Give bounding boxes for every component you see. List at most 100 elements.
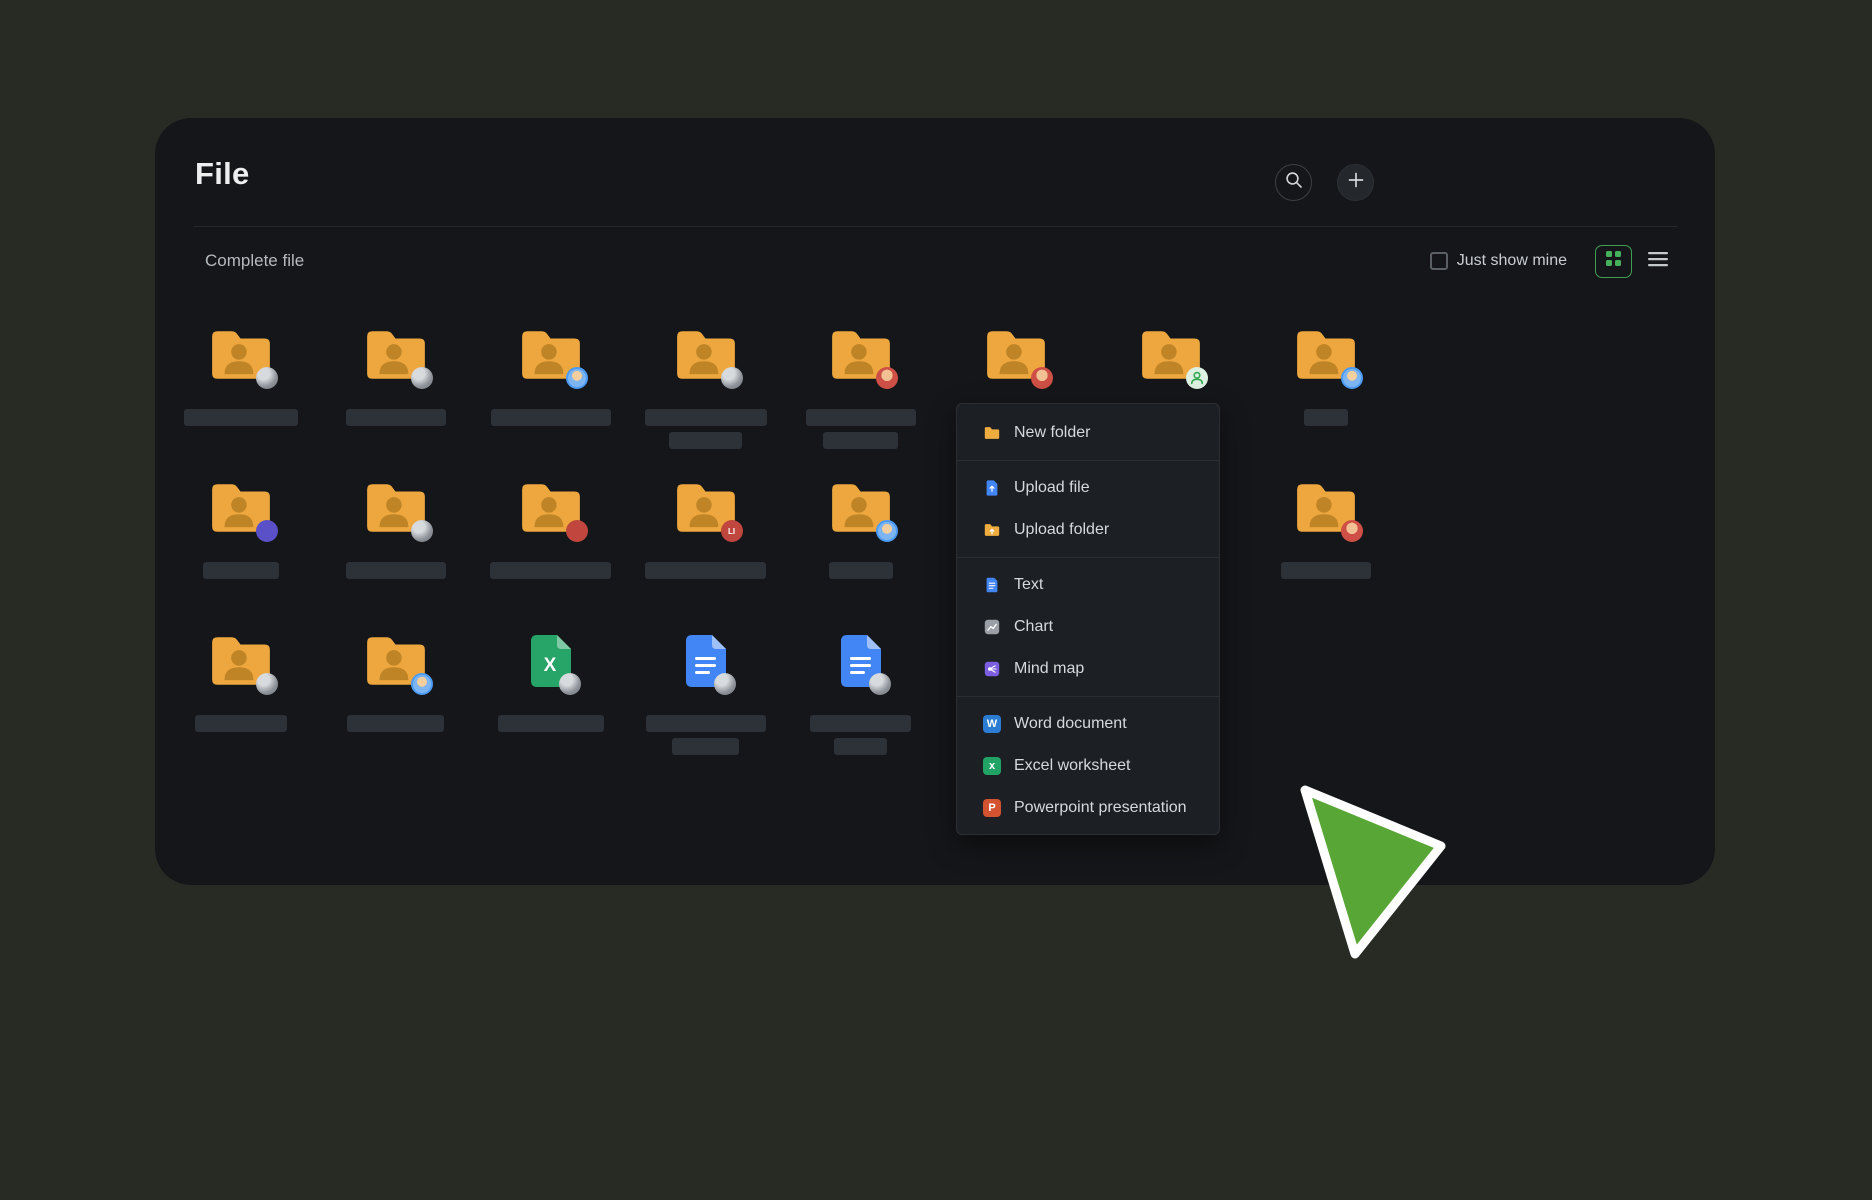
avatar-badge-animal-gray bbox=[256, 367, 278, 389]
search-button[interactable] bbox=[1275, 164, 1312, 201]
folder-icon bbox=[828, 479, 894, 537]
header-divider bbox=[193, 226, 1677, 227]
menu-item-label: Excel worksheet bbox=[1014, 757, 1131, 775]
svg-text:X: X bbox=[543, 655, 556, 676]
redacted-label-bar bbox=[195, 715, 287, 732]
powerpoint-icon: P bbox=[983, 799, 1001, 817]
file-item-doc[interactable] bbox=[783, 624, 938, 777]
menu-item-label: Upload folder bbox=[1014, 521, 1109, 539]
file-item-folder[interactable] bbox=[163, 318, 318, 471]
menu-divider bbox=[957, 557, 1219, 558]
file-upload-icon bbox=[983, 479, 1001, 497]
avatar-badge-person-blue bbox=[411, 673, 433, 695]
redacted-label-bar bbox=[498, 715, 604, 732]
menu-item-label: Word document bbox=[1014, 715, 1127, 733]
text-doc-icon bbox=[983, 576, 1001, 594]
avatar-badge-person-blue bbox=[1341, 367, 1363, 389]
file-item-doc[interactable] bbox=[628, 624, 783, 777]
menu-item-chart[interactable]: Chart bbox=[957, 606, 1219, 648]
file-item-folder[interactable] bbox=[783, 318, 938, 471]
plus-icon bbox=[1347, 171, 1365, 194]
avatar-badge-label-purple bbox=[256, 520, 278, 542]
avatar-badge-person-blue bbox=[566, 367, 588, 389]
avatar-badge-animal-gray bbox=[411, 367, 433, 389]
file-item-folder[interactable] bbox=[318, 624, 473, 777]
file-item-folder[interactable]: LI bbox=[628, 471, 783, 624]
folder-icon: LI bbox=[673, 479, 739, 537]
file-grid-row: LI bbox=[163, 471, 1411, 624]
redacted-label-bar bbox=[491, 409, 611, 426]
file-item-folder[interactable] bbox=[783, 471, 938, 624]
redacted-label-bar bbox=[646, 715, 766, 732]
menu-item-label: Mind map bbox=[1014, 660, 1084, 678]
folder-icon bbox=[1293, 326, 1359, 384]
file-item-folder[interactable] bbox=[163, 624, 318, 777]
avatar-badge-user-green bbox=[1186, 367, 1208, 389]
menu-item-word-document[interactable]: W Word document bbox=[957, 703, 1219, 745]
folder-icon bbox=[983, 326, 1049, 384]
menu-item-label: Chart bbox=[1014, 618, 1053, 636]
redacted-label-bar bbox=[829, 562, 893, 579]
doc-icon bbox=[680, 632, 732, 690]
file-item-excel[interactable]: X bbox=[473, 624, 628, 777]
file-item-folder[interactable] bbox=[318, 318, 473, 471]
word-icon: W bbox=[983, 715, 1001, 733]
folder-icon bbox=[363, 479, 429, 537]
menu-item-label: Powerpoint presentation bbox=[1014, 799, 1187, 817]
file-item-folder[interactable] bbox=[163, 471, 318, 624]
avatar-badge-person-red bbox=[1031, 367, 1053, 389]
file-item-folder[interactable] bbox=[473, 471, 628, 624]
menu-item-label: Upload file bbox=[1014, 479, 1090, 497]
menu-item-mind-map[interactable]: Mind map bbox=[957, 648, 1219, 690]
chart-icon bbox=[983, 618, 1001, 636]
file-grid-row: X bbox=[163, 624, 1411, 777]
avatar-badge-animal-gray bbox=[559, 673, 581, 695]
avatar-badge-person-blue bbox=[876, 520, 898, 542]
folder-icon bbox=[983, 424, 1001, 442]
avatar-badge-animal-gray bbox=[869, 673, 891, 695]
menu-item-excel-worksheet[interactable]: x Excel worksheet bbox=[957, 745, 1219, 787]
subheader: Complete file Just show mine bbox=[205, 244, 1671, 278]
just-show-mine-label[interactable]: Just show mine bbox=[1457, 252, 1567, 270]
file-item-folder[interactable] bbox=[318, 471, 473, 624]
avatar-badge-animal-gray bbox=[411, 520, 433, 542]
grid-view-toggle[interactable] bbox=[1595, 245, 1632, 278]
avatar-badge-label-red: LI bbox=[721, 520, 743, 542]
avatar-badge-animal-gray bbox=[714, 673, 736, 695]
file-item-folder[interactable] bbox=[473, 318, 628, 471]
file-item-folder[interactable] bbox=[1248, 471, 1403, 624]
menu-item-label: New folder bbox=[1014, 424, 1090, 442]
folder-icon bbox=[518, 326, 584, 384]
menu-item-text[interactable]: Text bbox=[957, 564, 1219, 606]
menu-item-new-folder[interactable]: New folder bbox=[957, 412, 1219, 454]
file-item-folder[interactable] bbox=[628, 318, 783, 471]
excel-icon: x bbox=[983, 757, 1001, 775]
file-grid-row bbox=[163, 318, 1411, 471]
folder-icon bbox=[518, 479, 584, 537]
folder-icon bbox=[828, 326, 894, 384]
folder-icon bbox=[208, 326, 274, 384]
menu-divider bbox=[957, 696, 1219, 697]
redacted-label-bar bbox=[1304, 409, 1348, 426]
redacted-label-bar bbox=[645, 562, 766, 579]
redacted-label-bar bbox=[203, 562, 279, 579]
redacted-label-bar bbox=[1281, 562, 1371, 579]
list-view-toggle[interactable] bbox=[1645, 248, 1671, 274]
create-menu: New folder Upload file Upload folder bbox=[956, 403, 1220, 835]
menu-item-upload-file[interactable]: Upload file bbox=[957, 467, 1219, 509]
redacted-label-bar bbox=[346, 562, 446, 579]
folder-icon bbox=[673, 326, 739, 384]
avatar-badge-animal-gray bbox=[256, 673, 278, 695]
menu-item-powerpoint-presentation[interactable]: P Powerpoint presentation bbox=[957, 787, 1219, 829]
just-show-mine-checkbox[interactable] bbox=[1430, 252, 1448, 270]
add-button[interactable] bbox=[1337, 164, 1374, 201]
redacted-label-bar bbox=[184, 409, 298, 426]
menu-item-upload-folder[interactable]: Upload folder bbox=[957, 509, 1219, 551]
file-grid: LI X bbox=[163, 318, 1411, 777]
file-item-folder[interactable] bbox=[1248, 318, 1403, 471]
redacted-label-bar bbox=[490, 562, 611, 579]
subheader-controls: Just show mine bbox=[1430, 245, 1671, 278]
section-label: Complete file bbox=[205, 251, 304, 271]
empty-cell bbox=[1248, 624, 1403, 777]
redacted-label-bar bbox=[347, 715, 444, 732]
